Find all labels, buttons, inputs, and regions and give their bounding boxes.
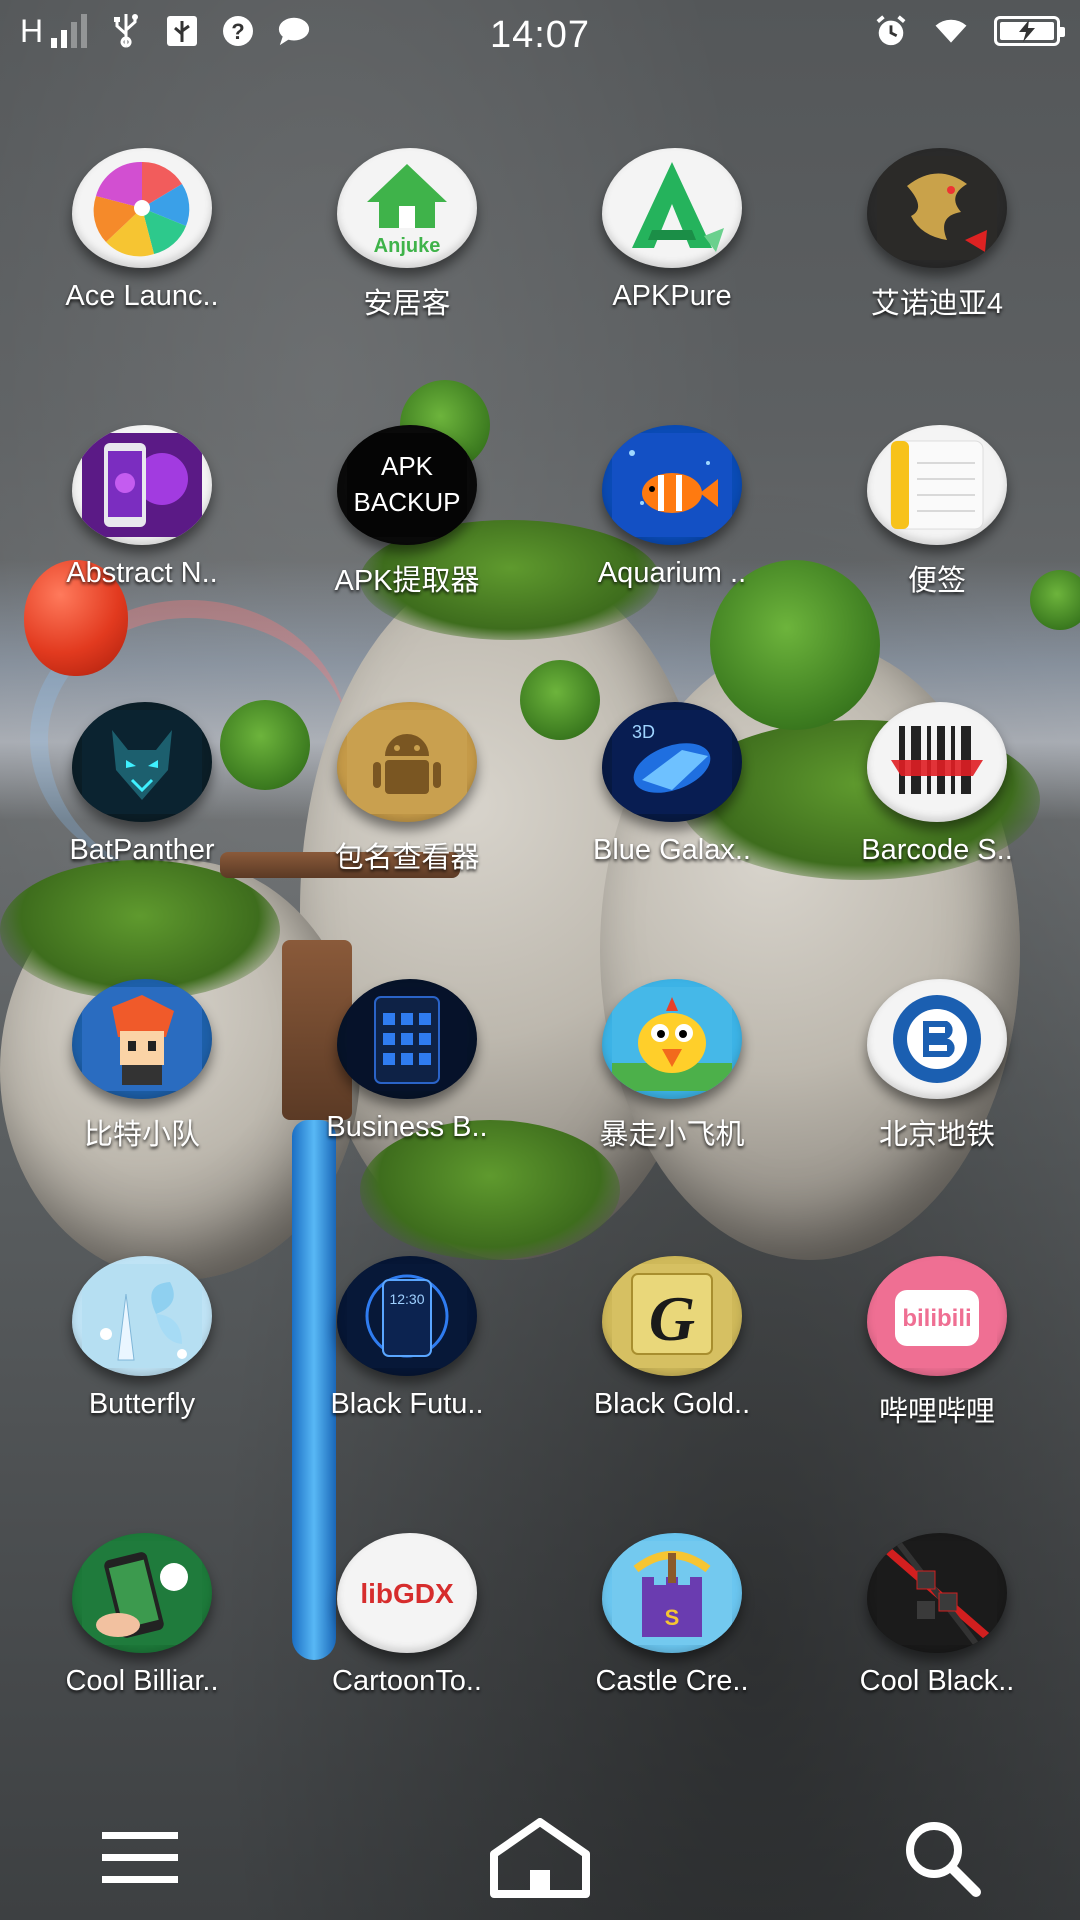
anjuke-house-icon: Anjuke [337,148,477,268]
beijing-subway-icon [867,979,1007,1099]
app-label: Barcode S.. [861,834,1013,866]
app-label: Butterfly [88,1388,196,1420]
pixel-hero-icon [72,979,212,1099]
app-label: APK提取器 [334,565,480,597]
app-bilibili[interactable]: bilibili 哔哩哔哩 [827,1238,1047,1438]
alarm-icon [874,14,908,48]
app-label: 安居客 [363,288,451,320]
app-black-future[interactable]: 12:30 Black Futu.. [297,1238,517,1438]
black-gold-g-icon: G [602,1256,742,1376]
app-apkpure[interactable]: APKPure [562,130,782,330]
search-icon [902,1818,982,1903]
app-abstract-n[interactable]: Abstract N.. [32,407,252,607]
app-cartoonto[interactable]: libGDX CartoonTo.. [297,1515,517,1715]
apk-backup-icon: APK BACKUP [337,425,477,545]
app-bit-squad[interactable]: 比特小队 [32,961,252,1161]
cool-black-theme-icon [867,1533,1007,1653]
app-label: Cool Black.. [859,1665,1015,1697]
svg-text:3D: 3D [632,722,655,742]
backup-text: BACKUP [354,487,461,517]
black-future-theme-icon: 12:30 [337,1256,477,1376]
app-label: 哔哩哔哩 [878,1396,995,1428]
business-theme-icon [337,979,477,1099]
app-label: 暴走小飞机 [599,1119,745,1151]
app-cool-black[interactable]: Cool Black.. [827,1515,1047,1715]
app-notes[interactable]: 便签 [827,407,1047,607]
pinwheel-icon [72,148,212,268]
barcode-scanner-icon [867,702,1007,822]
app-label: 北京地铁 [878,1119,995,1151]
app-label: Business B.. [326,1111,488,1143]
anjuke-logo-text: Anjuke [374,235,441,257]
app-label: Abstract N.. [66,557,218,589]
app-aquarium[interactable]: Aquarium .. [562,407,782,607]
bilibili-logo-text: bilibili [902,1305,971,1332]
app-label: APKPure [612,280,732,312]
app-label: Black Futu.. [330,1388,484,1420]
cyber-panther-icon [72,702,212,822]
app-batpanther[interactable]: BatPanther [32,684,252,884]
app-label: Black Gold.. [593,1388,751,1420]
app-label: Aquarium .. [597,557,747,589]
app-angry-plane[interactable]: 暴走小飞机 [562,961,782,1161]
app-label: 比特小队 [83,1119,200,1151]
status-bar: H ? 14:07 [0,0,1080,72]
app-label: 艾诺迪亚4 [870,288,1004,320]
app-castle-crush[interactable]: S Castle Cre.. [562,1515,782,1715]
libgdx-icon: libGDX [337,1533,477,1653]
android-robot-icon [337,702,477,822]
home-button[interactable] [488,1817,592,1903]
app-apk-extractor[interactable]: APK BACKUP APK提取器 [297,407,517,607]
app-beijing-subway[interactable]: 北京地铁 [827,961,1047,1161]
bilibili-icon: bilibili [867,1256,1007,1376]
app-label: Cool Billiar.. [65,1665,219,1697]
app-label: Blue Galax.. [593,834,751,866]
billiard-phone-icon [72,1533,212,1653]
app-business-b[interactable]: Business B.. [297,961,517,1161]
app-barcode-scanner[interactable]: Barcode S.. [827,684,1047,884]
clownfish-icon [602,425,742,545]
angry-bird-icon [602,979,742,1099]
bottom-dock [0,1800,1080,1920]
apk-text: APK [381,451,434,481]
app-blue-galaxy[interactable]: 3D Blue Galax.. [562,684,782,884]
castle-crush-icon: S [602,1533,742,1653]
blue-galaxy-3d-icon: 3D [602,702,742,822]
app-label: BatPanther [69,834,215,866]
menu-icon [100,1828,180,1893]
notepad-icon [867,425,1007,545]
app-label: CartoonTo.. [332,1665,482,1697]
wifi-icon [934,14,968,48]
status-right [874,14,1065,48]
app-package-viewer[interactable]: 包名查看器 [297,684,517,884]
app-black-gold[interactable]: G Black Gold.. [562,1238,782,1438]
svg-text:12:30: 12:30 [389,1291,424,1307]
battery-icon [994,16,1065,46]
golden-dragon-icon [867,148,1007,268]
app-butterfly[interactable]: Butterfly [32,1238,252,1438]
app-aionia4[interactable]: 艾诺迪亚4 [827,130,1047,330]
app-anjuke[interactable]: Anjuke 安居客 [297,130,517,330]
app-cool-billiard[interactable]: Cool Billiar.. [32,1515,252,1715]
app-label: 包名查看器 [334,842,480,874]
abstract-phone-theme-icon [72,425,212,545]
butterfly-theme-icon [72,1256,212,1376]
app-label: 便签 [907,565,966,597]
app-label: Castle Cre.. [595,1665,749,1697]
app-label: Ace Launc.. [65,280,219,312]
app-ace-launcher[interactable]: Ace Launc.. [32,130,252,330]
svg-text:S: S [665,1605,680,1630]
apkpure-a-icon [602,148,742,268]
gold-g-letter: G [649,1283,695,1354]
search-button[interactable] [892,1820,992,1900]
home-icon [488,1817,592,1903]
libgdx-logo-text: libGDX [360,1578,454,1609]
menu-button[interactable] [90,1820,190,1900]
